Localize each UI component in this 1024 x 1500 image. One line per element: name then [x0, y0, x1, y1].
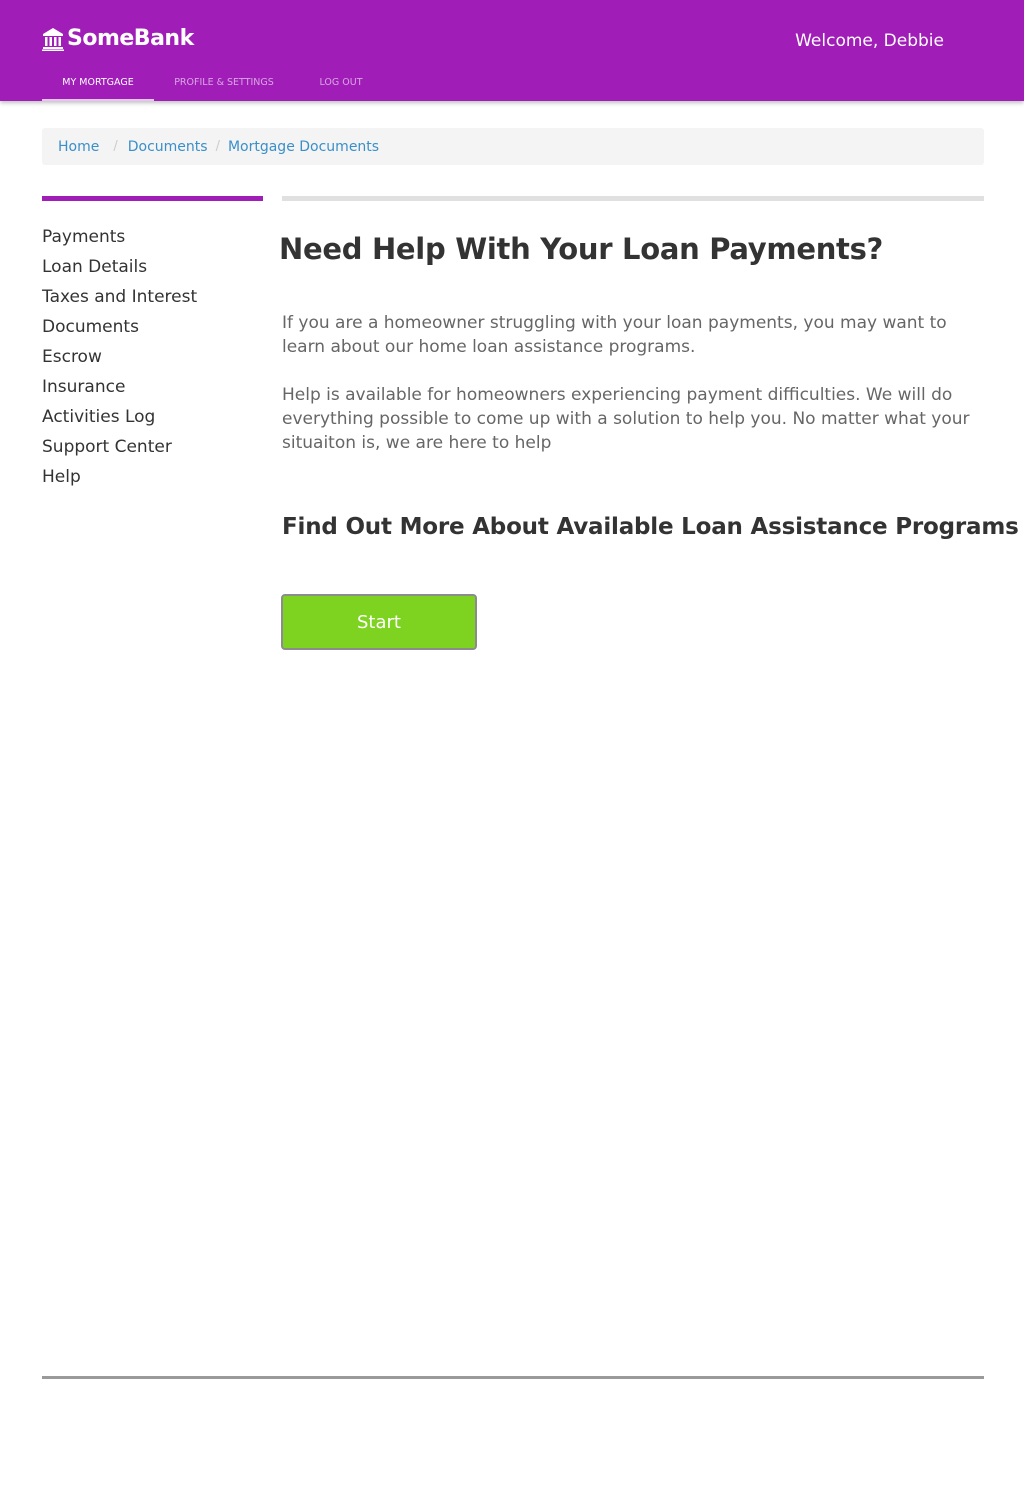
main-divider-rule	[282, 196, 984, 201]
nav-profile-settings[interactable]: PROFILE & SETTINGS	[154, 68, 294, 101]
page-title: Need Help With Your Loan Payments?	[279, 232, 884, 266]
brand-name: SomeBank	[67, 26, 194, 51]
breadcrumb-separator: /	[113, 139, 118, 154]
sidebar-item-support-center[interactable]: Support Center	[42, 435, 197, 465]
intro-paragraph: If you are a homeowner struggling with y…	[282, 313, 947, 357]
breadcrumb: Home / Documents / Mortgage Documents	[42, 128, 984, 165]
sidebar-item-loan-details[interactable]: Loan Details	[42, 255, 197, 285]
sidebar-item-escrow[interactable]: Escrow	[42, 345, 197, 375]
sidebar-item-insurance[interactable]: Insurance	[42, 375, 197, 405]
breadcrumb-mortgage-documents[interactable]: Mortgage Documents	[228, 139, 379, 155]
breadcrumb-separator: /	[215, 139, 220, 154]
sidebar-item-activities-log[interactable]: Activities Log	[42, 405, 197, 435]
sidebar-item-help[interactable]: Help	[42, 465, 197, 495]
nav-my-mortgage[interactable]: MY MORTGAGE	[42, 68, 154, 101]
top-nav: MY MORTGAGE PROFILE & SETTINGS LOG OUT	[42, 68, 388, 101]
breadcrumb-documents[interactable]: Documents	[128, 139, 208, 155]
section-subheading: Find Out More About Available Loan Assis…	[282, 514, 1019, 540]
sidebar-accent-rule	[42, 196, 263, 201]
nav-log-out[interactable]: LOG OUT	[294, 68, 388, 101]
breadcrumb-home[interactable]: Home	[58, 139, 99, 155]
welcome-text: Welcome, Debbie	[795, 31, 944, 51]
sidebar-item-taxes-interest[interactable]: Taxes and Interest	[42, 285, 197, 315]
footer-divider	[42, 1376, 984, 1379]
bank-building-icon	[42, 27, 64, 51]
sidebar-nav: Payments Loan Details Taxes and Interest…	[42, 225, 197, 495]
brand-logo[interactable]: SomeBank	[42, 26, 194, 51]
help-paragraph: Help is available for homeowners experie…	[282, 385, 970, 453]
start-button[interactable]: Start	[281, 594, 477, 650]
sidebar-item-documents[interactable]: Documents	[42, 315, 197, 345]
sidebar-item-payments[interactable]: Payments	[42, 225, 197, 255]
top-header: SomeBank Welcome, Debbie MY MORTGAGE PRO…	[0, 0, 1024, 101]
